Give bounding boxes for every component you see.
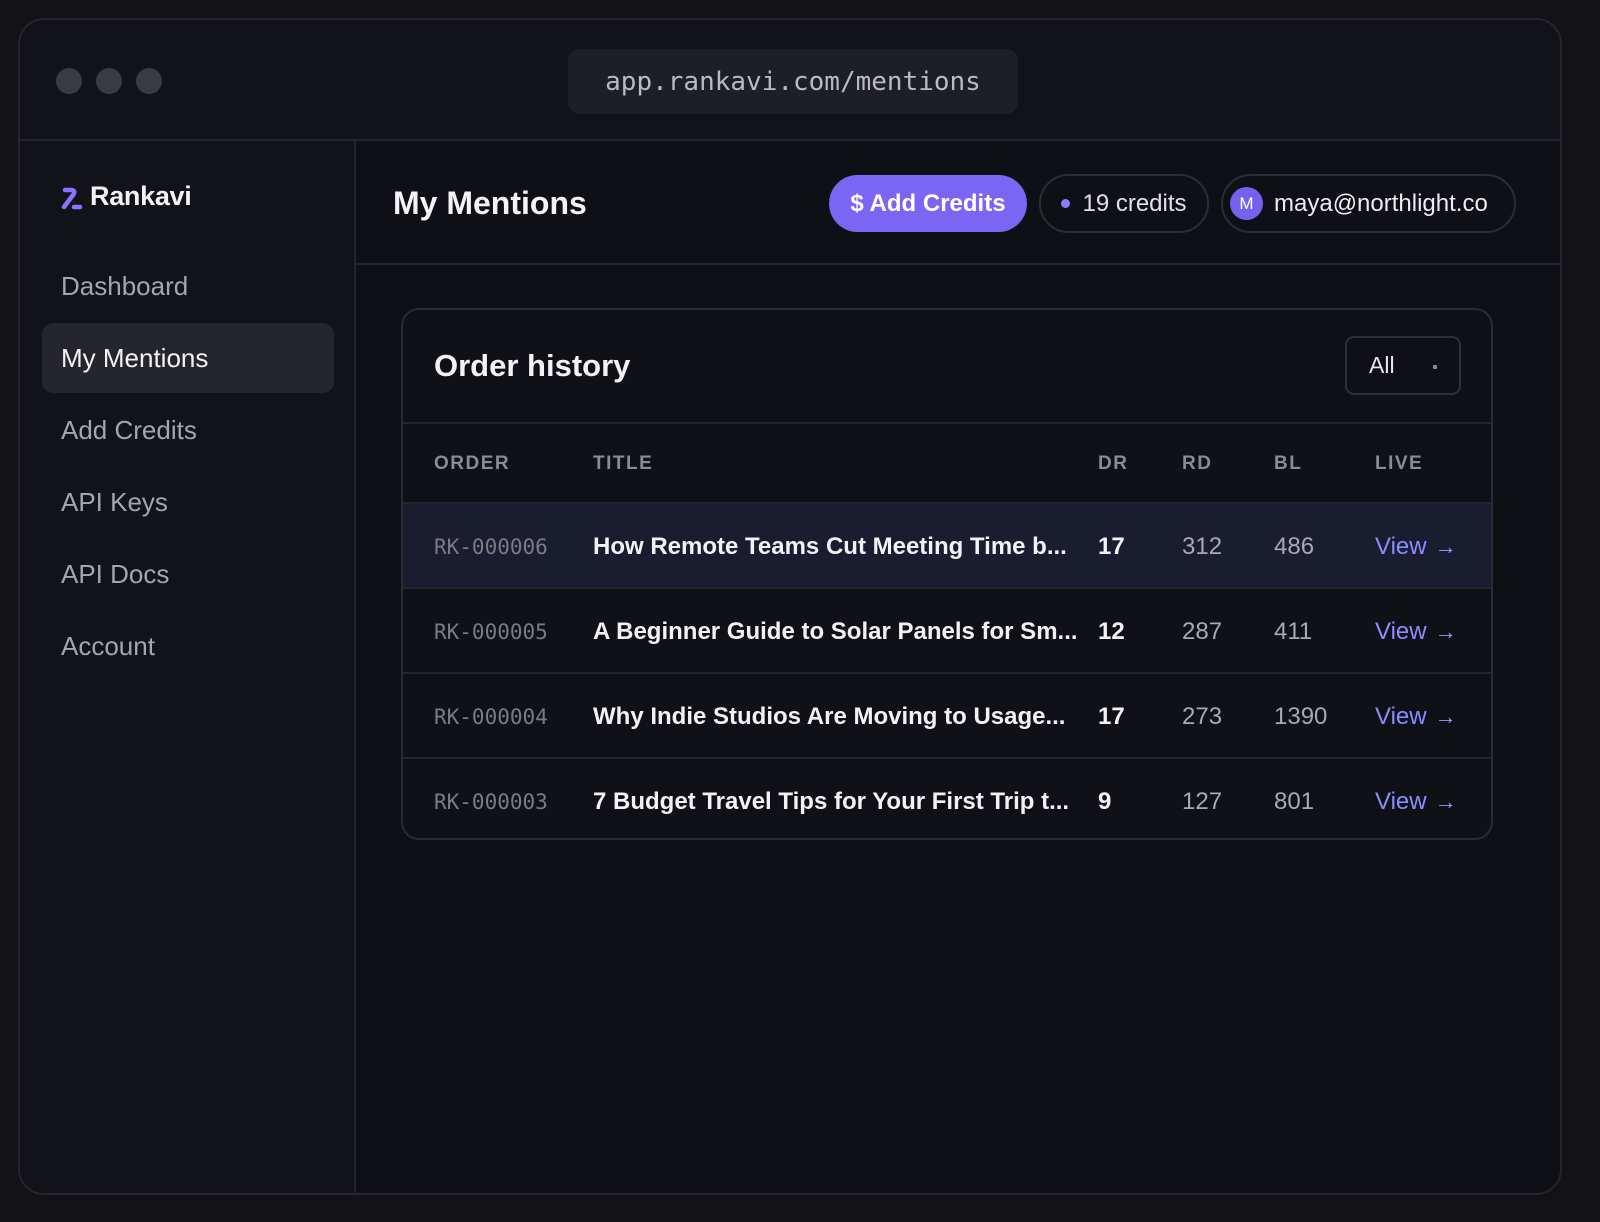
arrow-right-icon: → [1434,788,1457,814]
order-dr: 9 [1098,787,1112,815]
order-rd: 287 [1182,617,1223,645]
table-row[interactable]: RK-000003 7 Budget Travel Tips for Your … [403,757,1491,838]
window-close-dot[interactable] [56,68,82,94]
table-body: RK-000006 How Remote Teams Cut Meeting T… [403,502,1491,838]
credits-balance-badge[interactable]: 19 credits [1039,174,1209,233]
order-rd: 127 [1182,787,1223,815]
add-credits-button[interactable]: $ Add Credits [829,175,1027,232]
arrow-right-icon: → [1434,703,1457,729]
browser-titlebar: app.rankavi.com/mentions [20,20,1560,141]
arrow-right-icon: → [1434,533,1457,559]
address-bar[interactable]: app.rankavi.com/mentions [568,49,1018,114]
chevron-down-icon [1433,365,1437,369]
table-header: ORDER TITLE DR RD BL LIVE [403,426,1491,502]
arrow-right-icon: → [1434,618,1457,644]
app-window: app.rankavi.com/mentions Rankavi Dashboa… [18,18,1562,1195]
column-header-dr[interactable]: DR [1098,426,1128,502]
order-rd: 273 [1182,702,1223,730]
order-history-card: Order history All ORDER TITLE DR RD BL L… [401,308,1493,840]
page-title: My Mentions [393,185,587,221]
sidebar-item-api-keys[interactable]: API Keys [42,467,334,537]
order-bl: 1390 [1274,702,1328,730]
sidebar-item-dashboard[interactable]: Dashboard [42,251,334,321]
order-bl: 801 [1274,787,1315,815]
order-id: RK-000004 [434,704,548,729]
column-header-bl[interactable]: BL [1274,426,1302,502]
order-dr: 17 [1098,702,1125,730]
credits-label: 19 credits [1082,189,1187,217]
order-dr: 17 [1098,532,1125,560]
order-rd: 312 [1182,532,1223,560]
column-header-title[interactable]: TITLE [593,426,653,502]
user-menu[interactable]: M maya@northlight.co [1221,174,1516,233]
sidebar-item-add-credits[interactable]: Add Credits [42,395,334,465]
view-live-link[interactable]: View → [1375,504,1457,589]
card-header: Order history All [403,310,1491,424]
table-row[interactable]: RK-000004 Why Indie Studios Are Moving t… [403,672,1491,757]
filter-value: All [1369,352,1395,378]
order-id: RK-000006 [434,534,548,559]
order-id: RK-000003 [434,789,548,814]
view-live-link[interactable]: View → [1375,589,1457,674]
order-bl: 411 [1274,617,1313,645]
view-link-label: View [1375,617,1427,645]
brand-name: Rankavi [90,181,192,211]
order-title: A Beginner Guide to Solar Panels for Sm.… [593,617,1078,645]
brand[interactable]: Rankavi [60,181,192,212]
sidebar: Rankavi Dashboard My Mentions Add Credit… [20,141,356,1193]
status-filter-select[interactable]: All [1345,336,1461,395]
credits-dot-icon [1061,199,1071,208]
sidebar-nav: Dashboard My Mentions Add Credits API Ke… [42,251,334,683]
main-content: My Mentions $ Add Credits 19 credits M m… [356,141,1560,1193]
column-header-order[interactable]: ORDER [434,426,510,502]
sidebar-item-account[interactable]: Account [42,611,334,681]
view-link-label: View [1375,787,1427,815]
column-header-live[interactable]: LIVE [1375,426,1423,502]
sidebar-item-my-mentions[interactable]: My Mentions [42,323,334,393]
order-title: Why Indie Studios Are Moving to Usage... [593,702,1066,730]
topbar: My Mentions $ Add Credits 19 credits M m… [356,141,1560,265]
order-title: How Remote Teams Cut Meeting Time b... [593,532,1067,560]
order-title: 7 Budget Travel Tips for Your First Trip… [593,787,1070,815]
view-live-link[interactable]: View → [1375,674,1457,759]
order-dr: 12 [1098,617,1125,645]
view-live-link[interactable]: View → [1375,759,1457,838]
sidebar-item-api-docs[interactable]: API Docs [42,539,334,609]
user-email: maya@northlight.co [1274,189,1488,217]
avatar: M [1230,187,1263,220]
card-title: Order history [434,348,631,383]
order-bl: 486 [1274,532,1315,560]
rankavi-logo-icon [61,187,83,209]
column-header-rd[interactable]: RD [1182,426,1212,502]
table-row[interactable]: RK-000006 How Remote Teams Cut Meeting T… [403,502,1491,587]
window-minimize-dot[interactable] [96,68,122,94]
window-maximize-dot[interactable] [136,68,162,94]
view-link-label: View [1375,702,1427,730]
order-id: RK-000005 [434,619,548,644]
table-row[interactable]: RK-000005 A Beginner Guide to Solar Pane… [403,587,1491,672]
view-link-label: View [1375,532,1427,560]
